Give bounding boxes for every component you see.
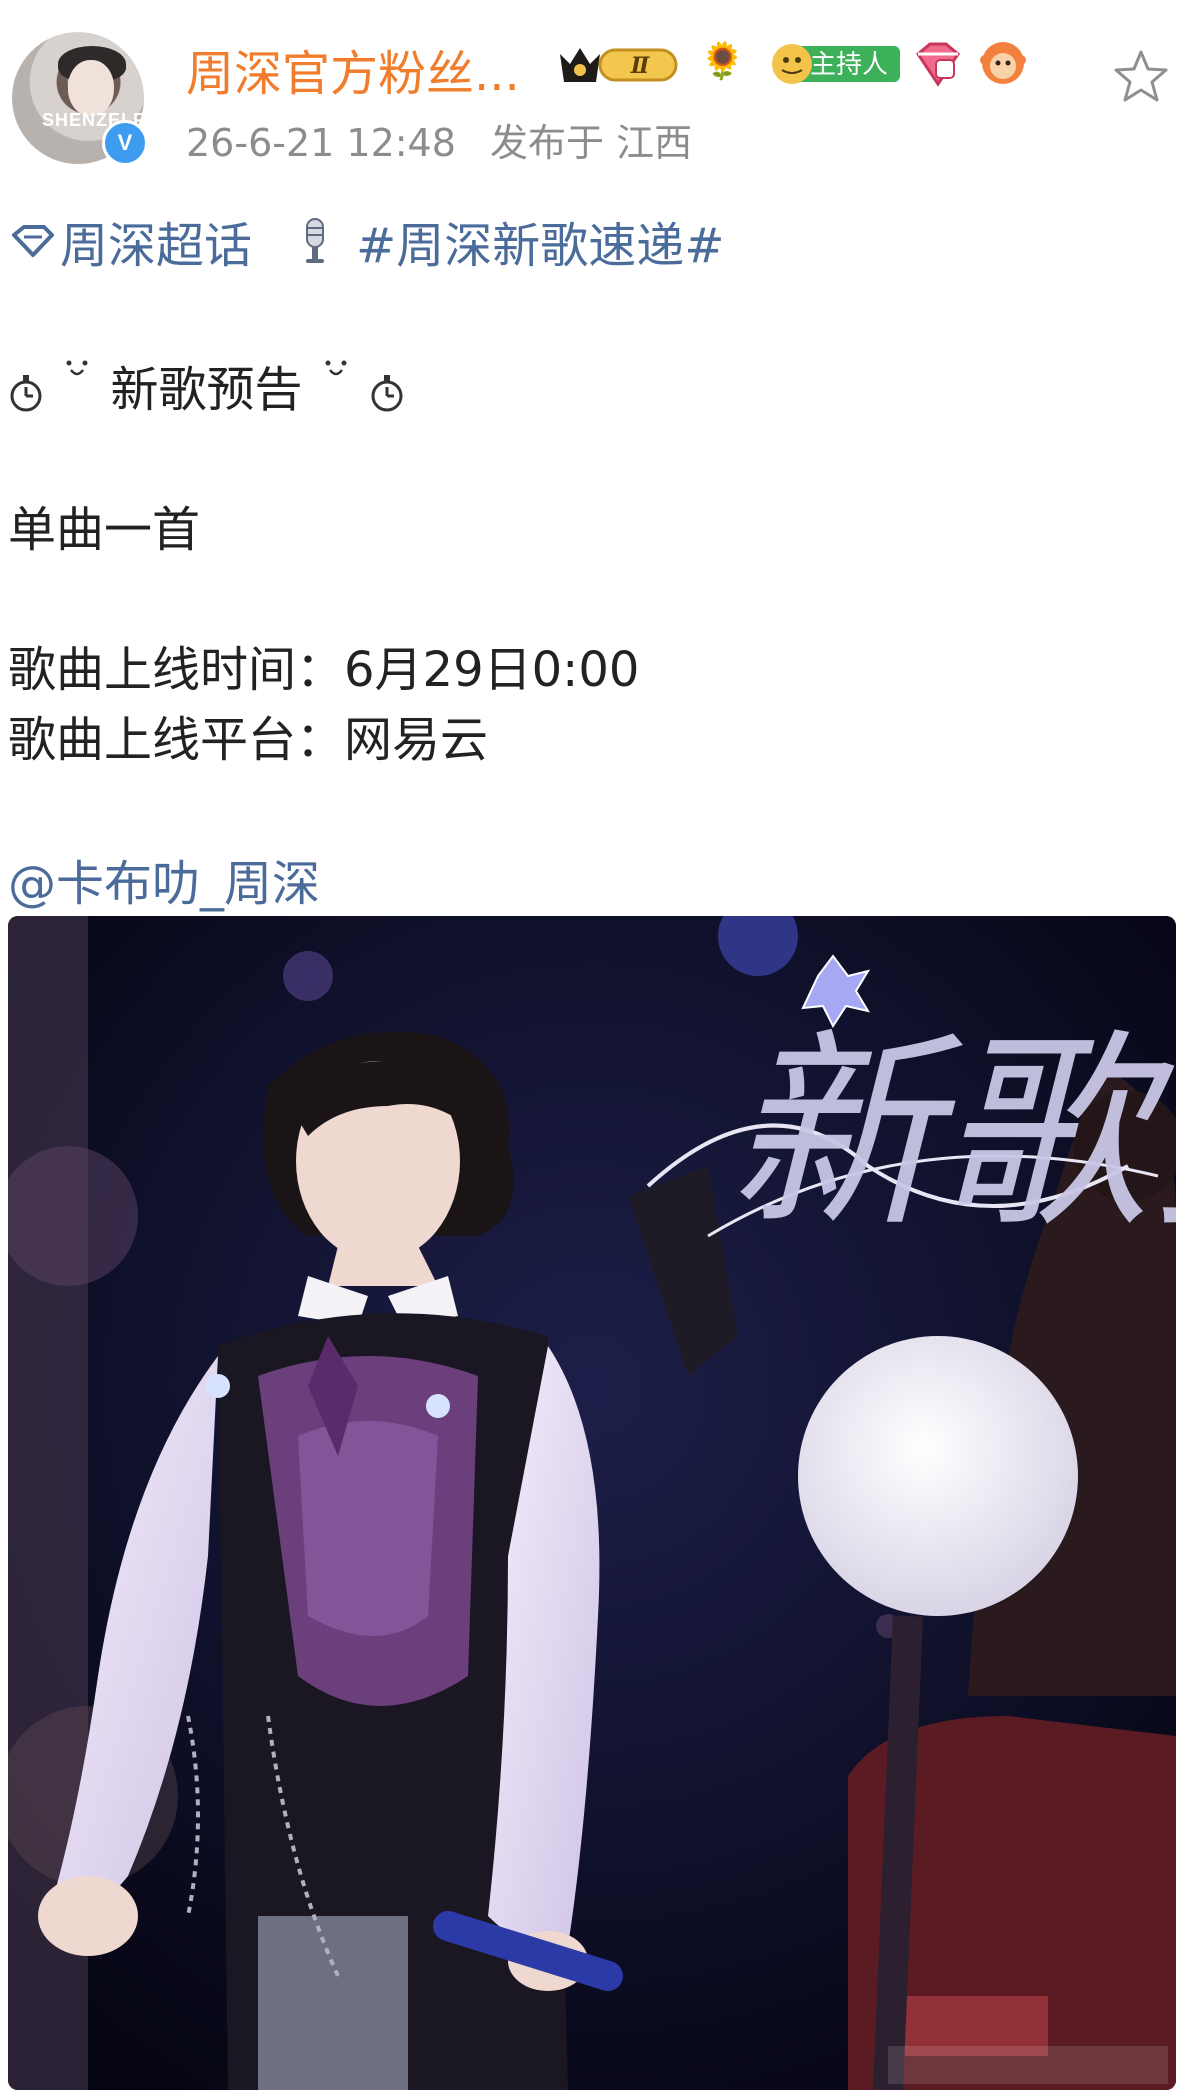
monkey-badge-icon[interactable] [980, 40, 1026, 86]
crown-level-badge[interactable]: Ⅱ [556, 40, 686, 88]
weibo-post: SHENZELF V 周深官方粉丝... Ⅱ 🌻 主持人 26-6-21 12:… [0, 0, 1188, 2100]
release-platform-line: 歌曲上线平台：网易云 [8, 712, 489, 768]
avatar-face [68, 60, 114, 116]
dots-icon [325, 360, 347, 376]
post-image[interactable]: 新歌预告 [8, 916, 1176, 2090]
post-location: 发布于 江西 [490, 121, 693, 165]
concert-photo: 新歌预告 [8, 916, 1176, 2090]
topic-line: 周深超话 #周深新歌速递# [10, 206, 724, 276]
hashtag-link[interactable]: #周深新歌速递# [356, 206, 724, 276]
microphone-icon [306, 218, 325, 263]
verified-icon: V [102, 120, 148, 166]
post-meta: 26-6-21 12:48 发布于 江西 [186, 112, 714, 167]
gem-badge-icon[interactable] [912, 40, 964, 88]
announcement-line: 新歌预告 [8, 350, 405, 420]
star-outline-icon[interactable] [1112, 48, 1170, 106]
announcement-text: 新歌预告 [110, 362, 303, 418]
overlay-title: 新歌预告 [728, 1011, 1176, 1256]
supertopic-icon [12, 225, 54, 257]
stopwatch-icon [371, 375, 403, 412]
mention-link[interactable]: @卡布叻_周深 [8, 844, 320, 914]
single-line: 单曲一首 [8, 502, 201, 558]
supertopic-link[interactable]: 周深超话 [60, 206, 252, 276]
host-badge-label: 主持人 [810, 50, 889, 80]
release-time-line: 歌曲上线时间：6月29日0:00 [8, 642, 640, 698]
author-name[interactable]: 周深官方粉丝... [186, 34, 520, 104]
dots-icon [66, 360, 88, 376]
post-timestamp: 26-6-21 12:48 [186, 121, 456, 165]
sunflower-icon: 🌻 [700, 41, 745, 82]
level-text: Ⅱ [630, 53, 651, 79]
stopwatch-icon [10, 375, 42, 412]
